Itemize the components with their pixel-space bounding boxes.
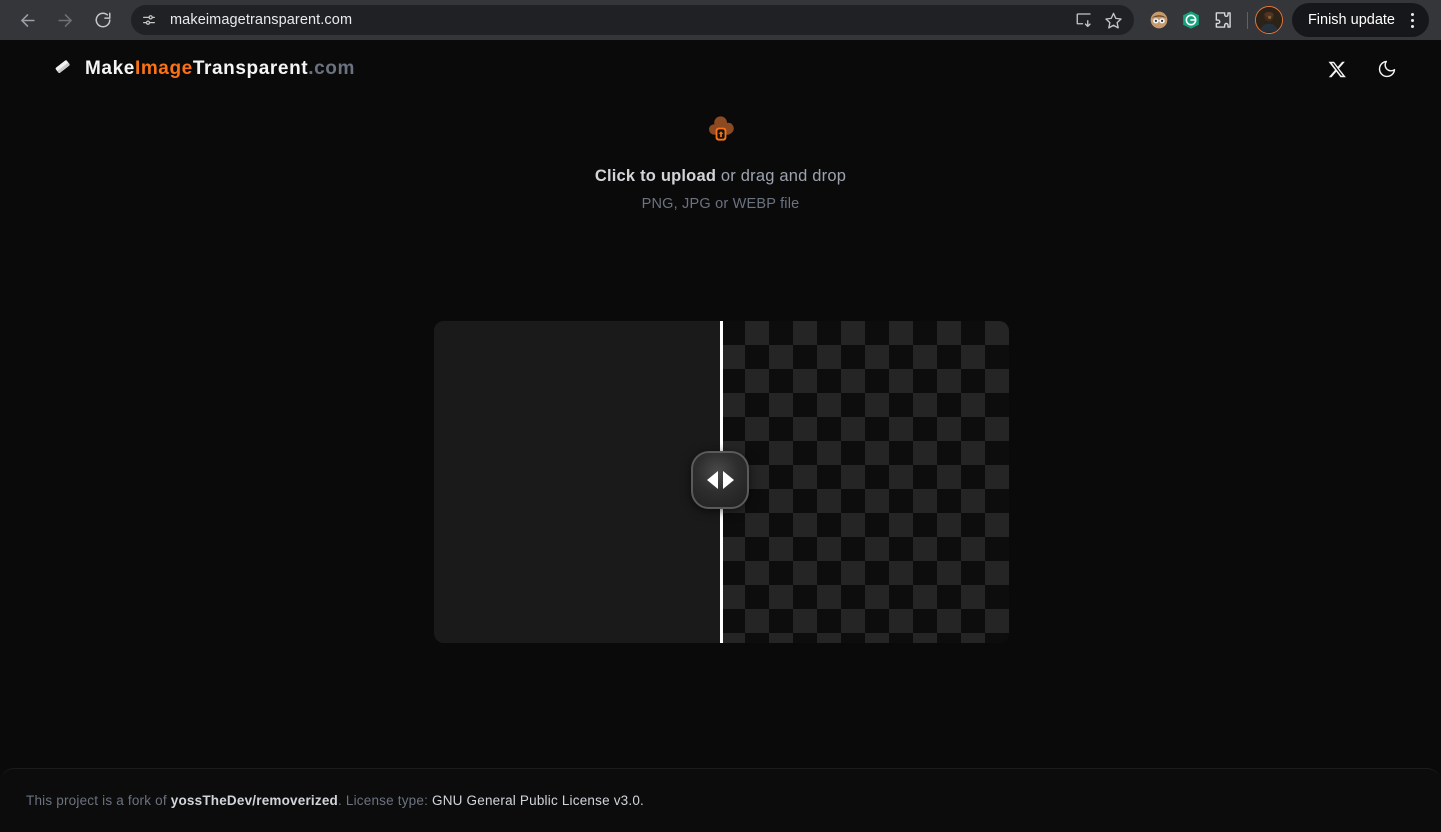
header-actions xyxy=(1323,55,1401,83)
url-text: makeimagetransparent.com xyxy=(170,12,353,28)
footer-middle: . License type: xyxy=(337,793,432,808)
browser-toolbar: makeimagetransparent.com Finish update xyxy=(0,0,1441,40)
comparison-right-panel-transparency-grid xyxy=(721,321,1009,643)
forward-button[interactable] xyxy=(49,4,81,36)
extension-icon-grammarly[interactable] xyxy=(1180,9,1202,31)
left-arrow-icon xyxy=(706,471,718,489)
brand-part-image: Image xyxy=(134,58,193,79)
finish-update-label: Finish update xyxy=(1307,12,1395,28)
image-comparison-viewer[interactable] xyxy=(434,321,1009,643)
footer-license-link[interactable]: GNU General Public License v3.0. xyxy=(432,793,644,808)
kebab-menu-icon[interactable] xyxy=(1401,7,1423,33)
extension-icon-face[interactable] xyxy=(1148,9,1170,31)
tune-icon[interactable] xyxy=(136,7,162,33)
right-arrow-icon xyxy=(722,471,734,489)
footer: This project is a fork of yossTheDev/rem… xyxy=(0,768,1441,832)
avatar[interactable] xyxy=(1254,6,1283,34)
brand-logo[interactable]: MakeImageTransparent.com xyxy=(52,56,355,82)
theme-toggle-button[interactable] xyxy=(1373,55,1401,83)
twitter-x-link[interactable] xyxy=(1323,55,1351,83)
eraser-icon xyxy=(52,56,73,82)
extensions-puzzle-icon[interactable] xyxy=(1212,9,1234,31)
upload-rest-label: or drag and drop xyxy=(716,167,847,185)
upload-file-types: PNG, JPG or WEBP file xyxy=(641,196,800,212)
back-button[interactable] xyxy=(11,4,43,36)
address-bar[interactable]: makeimagetransparent.com xyxy=(131,5,1134,35)
brand-part-com: .com xyxy=(308,58,355,79)
star-icon[interactable] xyxy=(1100,6,1128,34)
toolbar-divider xyxy=(1246,11,1248,29)
upload-dropzone[interactable]: Click to upload or drag and drop PNG, JP… xyxy=(0,112,1441,212)
brand-part-transparent: Transparent xyxy=(192,58,309,79)
reload-button[interactable] xyxy=(87,4,119,36)
comparison-slider-handle[interactable] xyxy=(691,451,749,509)
install-app-icon[interactable] xyxy=(1070,6,1098,34)
finish-update-button[interactable]: Finish update xyxy=(1291,3,1429,37)
comparison-left-panel xyxy=(434,321,724,643)
page-body: MakeImageTransparent.com Click to upload… xyxy=(0,40,1441,832)
site-header: MakeImageTransparent.com xyxy=(0,40,1441,98)
upload-click-label: Click to upload xyxy=(594,167,717,185)
footer-prefix: This project is a fork of xyxy=(26,793,171,808)
brand-text: MakeImageTransparent.com xyxy=(85,58,355,80)
brand-part-make: Make xyxy=(85,58,135,79)
footer-repo-link[interactable]: yossTheDev/removerized xyxy=(171,793,338,808)
cloud-upload-icon xyxy=(701,112,741,155)
extensions-area xyxy=(1134,9,1240,31)
upload-primary-text: Click to upload or drag and drop xyxy=(595,167,846,186)
footer-text: This project is a fork of yossTheDev/rem… xyxy=(26,793,644,808)
